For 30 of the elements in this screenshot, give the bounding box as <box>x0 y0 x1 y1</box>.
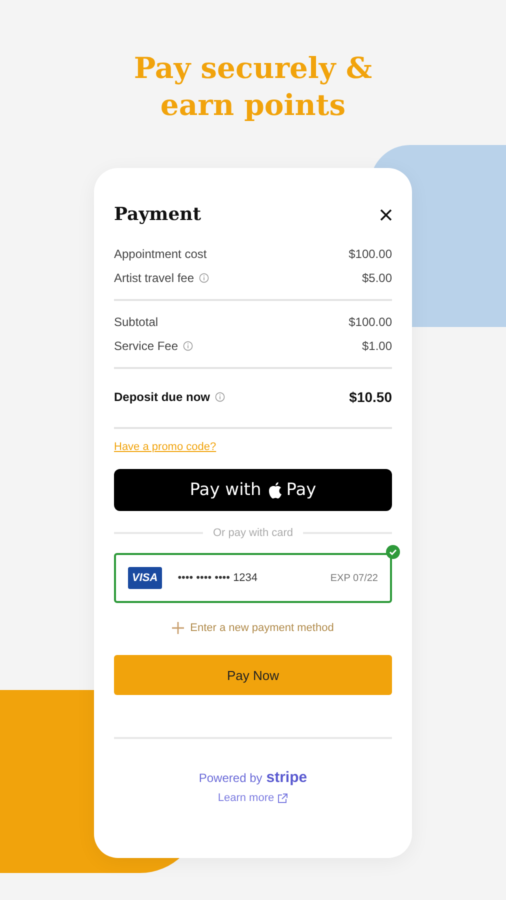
fee-amount: $100.00 <box>348 247 392 261</box>
fee-amount: $100.00 <box>348 315 392 329</box>
card-expiry: EXP 07/22 <box>330 572 378 584</box>
fee-label: Artist travel fee <box>114 271 194 285</box>
fee-label: Subtotal <box>114 315 158 329</box>
apple-pay-button[interactable]: Pay with Pay <box>114 469 392 511</box>
info-icon <box>199 273 210 283</box>
apple-icon <box>268 482 284 498</box>
fee-label: Service Fee <box>114 339 178 353</box>
pay-now-button[interactable]: Pay Now <box>114 655 392 695</box>
check-icon <box>386 545 400 559</box>
info-icon <box>215 392 225 402</box>
stripe-logo: stripe <box>266 769 308 786</box>
payment-title: Payment <box>114 204 202 225</box>
divider-text: Or pay with card <box>212 527 294 539</box>
fee-amount: $1.00 <box>362 339 392 353</box>
total-label: Deposit due now <box>114 390 210 404</box>
fee-label: Appointment cost <box>114 247 207 261</box>
close-button[interactable] <box>380 208 392 220</box>
learn-more-link[interactable]: Learn more <box>218 792 288 804</box>
info-icon <box>183 341 194 351</box>
external-link-icon <box>277 792 288 804</box>
card-brand-logo: VISA <box>128 567 162 589</box>
card-number: •••• •••• •••• 1234 <box>178 572 259 584</box>
total-amount: $10.50 <box>349 389 392 405</box>
fee-amount: $5.00 <box>362 271 392 285</box>
powered-by-text: Powered by <box>198 771 262 785</box>
headline: Pay securely & earn points <box>132 50 374 124</box>
plus-icon <box>172 622 184 634</box>
saved-card[interactable]: VISA •••• •••• •••• 1234 EXP 07/22 <box>114 553 392 603</box>
